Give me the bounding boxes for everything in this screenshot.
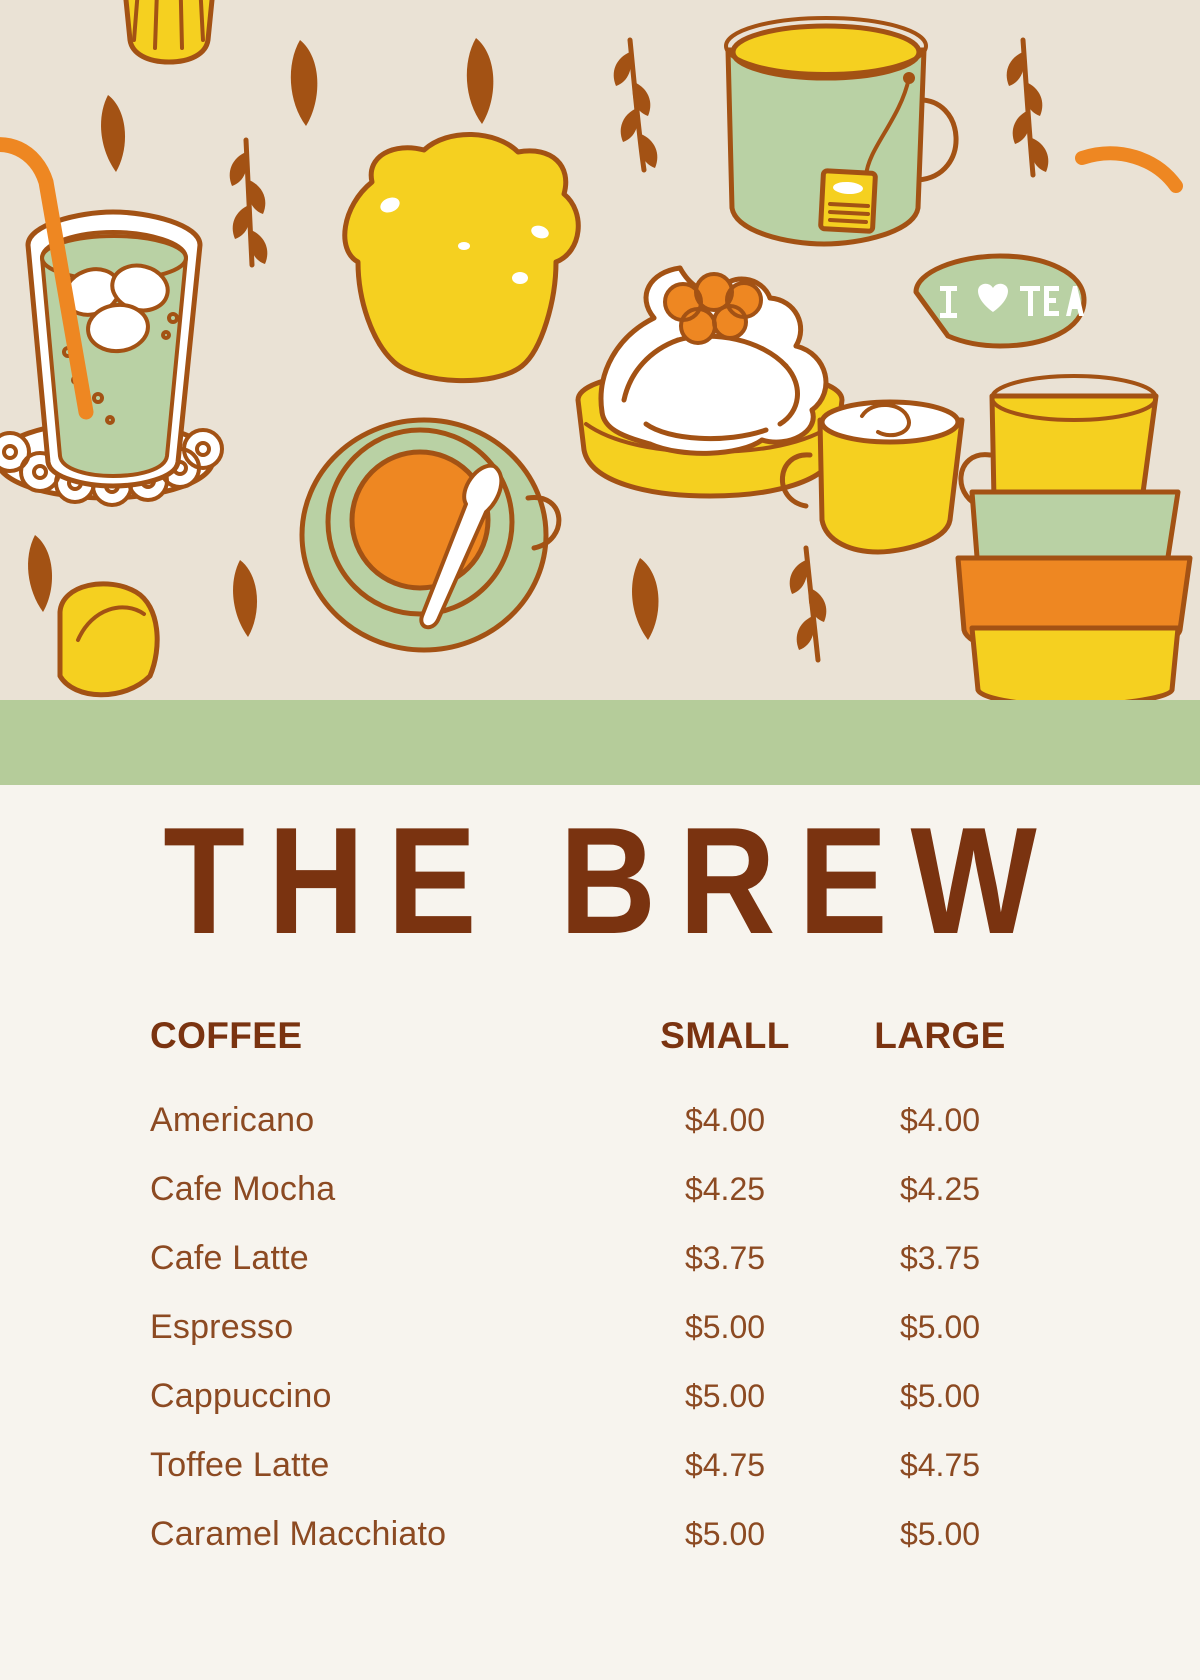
menu-item-name: Espresso bbox=[150, 1308, 294, 1346]
table-row: Cafe Latte $3.75 $3.75 bbox=[150, 1239, 1050, 1278]
menu-item-name: Cafe Mocha bbox=[150, 1170, 336, 1208]
menu-item-name: Cappuccino bbox=[150, 1377, 332, 1415]
menu-price-table: COFFEE SMALL LARGE Americano $4.00 $4.00… bbox=[150, 1015, 1050, 1584]
menu-section: THE BREW COFFEE SMALL LARGE Americano $4… bbox=[0, 785, 1200, 1680]
menu-item-price-large: $5.00 bbox=[899, 1309, 981, 1345]
column-header-item: COFFEE bbox=[150, 1015, 303, 1056]
menu-poster: .ol{stroke:#A35214;stroke-width:5;stroke… bbox=[0, 0, 1200, 1680]
menu-item-name: Caramel Macchiato bbox=[150, 1515, 447, 1553]
bread-roll-illustration bbox=[57, 581, 160, 698]
menu-item-price-small: $3.75 bbox=[684, 1240, 766, 1276]
menu-item-name: Americano bbox=[150, 1101, 315, 1139]
table-row: Cappuccino $5.00 $5.00 bbox=[150, 1377, 1050, 1416]
menu-item-name: Cafe Latte bbox=[150, 1239, 309, 1277]
menu-item-price-large: $5.00 bbox=[899, 1516, 981, 1552]
menu-item-price-large: $4.25 bbox=[899, 1171, 981, 1207]
menu-item-price-small: $5.00 bbox=[684, 1378, 766, 1414]
column-header-large: LARGE bbox=[874, 1015, 1006, 1056]
menu-item-name: Toffee Latte bbox=[150, 1446, 330, 1484]
menu-item-price-small: $4.75 bbox=[684, 1447, 766, 1483]
menu-item-price-small: $5.00 bbox=[684, 1516, 766, 1552]
column-header-small: SMALL bbox=[660, 1015, 790, 1056]
table-row: Espresso $5.00 $5.00 bbox=[150, 1308, 1050, 1347]
table-header-row: COFFEE SMALL LARGE bbox=[150, 1015, 1050, 1057]
menu-item-price-large: $4.75 bbox=[899, 1447, 981, 1483]
table-row: Cafe Mocha $4.25 $4.25 bbox=[150, 1170, 1050, 1209]
menu-item-price-small: $5.00 bbox=[684, 1309, 766, 1345]
cupcake-illustration bbox=[123, 0, 215, 65]
menu-item-price-small: $4.00 bbox=[684, 1102, 766, 1138]
menu-item-price-large: $3.75 bbox=[899, 1240, 981, 1276]
menu-item-price-large: $4.00 bbox=[899, 1102, 981, 1138]
menu-item-price-small: $4.25 bbox=[684, 1171, 766, 1207]
header-illustration: .ol{stroke:#A35214;stroke-width:5;stroke… bbox=[0, 0, 1200, 700]
table-row: Americano $4.00 $4.00 bbox=[150, 1101, 1050, 1140]
menu-item-price-large: $5.00 bbox=[899, 1378, 981, 1414]
green-divider-band bbox=[0, 700, 1200, 785]
table-row: Toffee Latte $4.75 $4.75 bbox=[150, 1446, 1050, 1485]
table-row: Caramel Macchiato $5.00 $5.00 bbox=[150, 1515, 1050, 1554]
page-title: THE BREW bbox=[163, 796, 1060, 966]
